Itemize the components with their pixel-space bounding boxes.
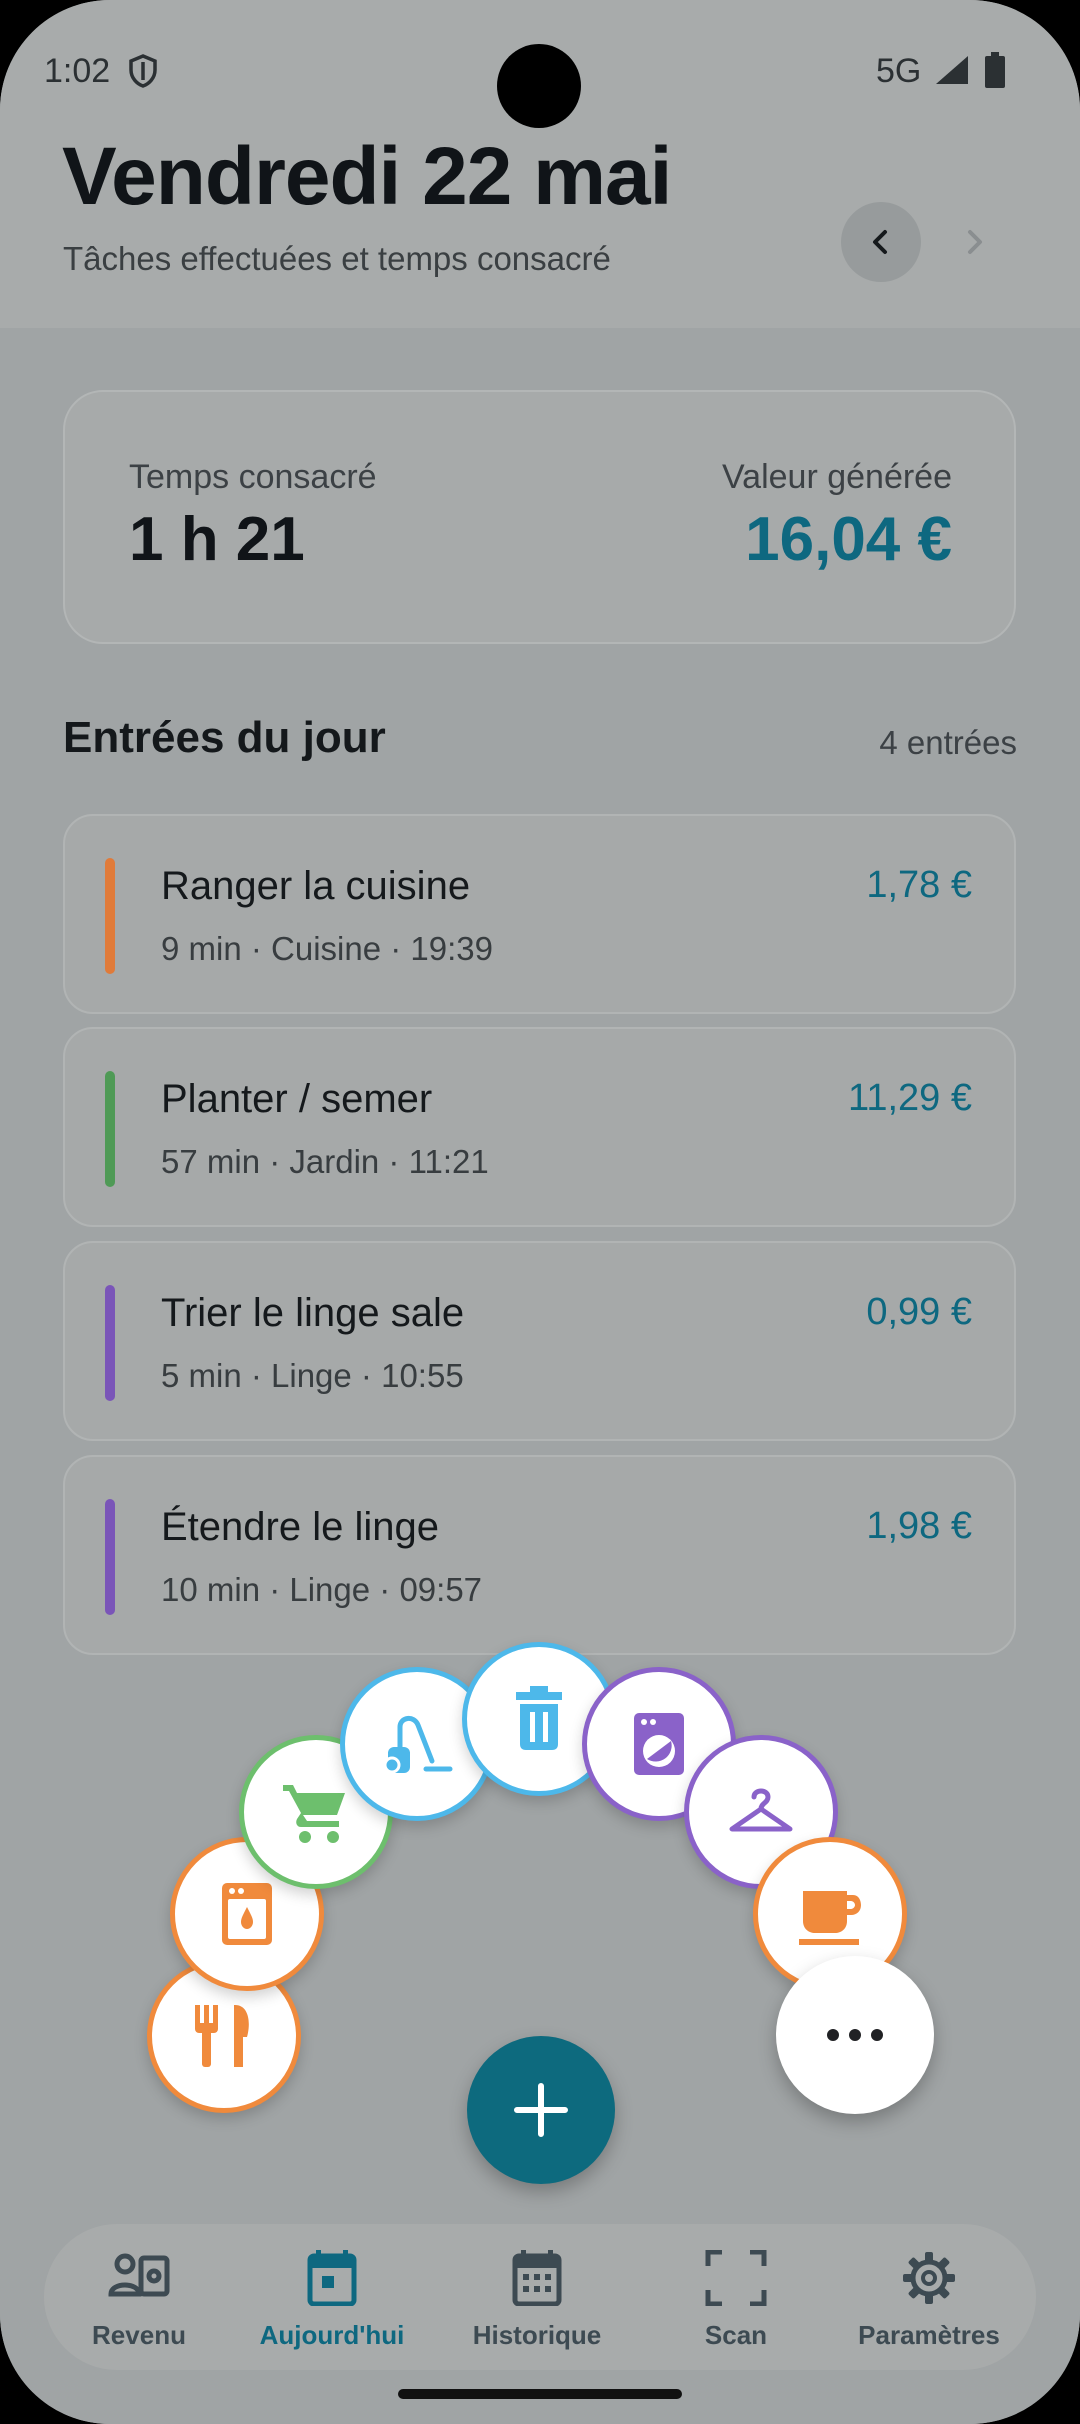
nav-item-historique[interactable]: Historique: [442, 2224, 632, 2370]
entry-title: Ranger la cuisine: [161, 864, 471, 908]
nav-item-parametres[interactable]: Paramètres: [834, 2224, 1024, 2370]
entry-meta: 57 min · Jardin · 11:21: [161, 1143, 489, 1180]
battery-icon: [985, 52, 1005, 88]
camera-cutout: [497, 44, 581, 128]
entry-card[interactable]: Trier le linge sale 5 min · Linge · 10:5…: [63, 1241, 1016, 1441]
chevron-right-icon: [968, 230, 982, 254]
nav-label: Historique: [472, 2320, 602, 2350]
entry-card[interactable]: Étendre le linge 10 min · Linge · 09:57 …: [63, 1455, 1016, 1655]
entries-section-title: Entrées du jour: [63, 713, 386, 762]
next-day-button[interactable]: [934, 202, 1014, 282]
time-spent-label: Temps consacré: [129, 458, 377, 496]
nav-item-aujourdhui[interactable]: Aujourd'hui: [237, 2224, 427, 2370]
signal-icon: [936, 56, 968, 84]
calendar-month-icon: [512, 2250, 562, 2306]
entry-value: 11,29 €: [848, 1077, 972, 1119]
previous-day-button[interactable]: [841, 202, 921, 282]
chevron-left-icon: [873, 230, 887, 254]
status-time: 1:02: [44, 52, 111, 90]
entry-card[interactable]: Ranger la cuisine 9 min · Cuisine · 19:3…: [63, 814, 1016, 1014]
cutlery-icon: [195, 2005, 249, 2067]
entry-category-bar: [105, 858, 115, 974]
coffee-cup-icon: [799, 1891, 861, 1945]
entry-meta: 10 min · Linge · 09:57: [161, 1571, 483, 1608]
entry-value: 1,98 €: [866, 1505, 972, 1547]
plus-icon: [514, 2083, 568, 2137]
page-subtitle: Tâches effectuées et temps consacré: [63, 240, 611, 277]
network-type: 5G: [876, 52, 922, 90]
summary-card: Temps consacré 1 h 21 Valeur générée 16,…: [63, 390, 1016, 644]
entry-title: Étendre le linge: [161, 1505, 439, 1549]
value-generated-label: Valeur générée: [722, 458, 952, 496]
entry-meta: 5 min · Linge · 10:55: [161, 1357, 464, 1394]
dishwasher-icon: [222, 1883, 272, 1945]
nav-label: Aujourd'hui: [259, 2320, 405, 2350]
nav-label: Paramètres: [858, 2320, 1000, 2350]
bottom-navigation: Revenu Aujourd'hui Historique Scan Param…: [44, 2224, 1036, 2370]
page-title: Vendredi 22 mai: [62, 131, 672, 222]
scan-icon: [705, 2250, 767, 2306]
entries-count: 4 entrées: [879, 724, 1017, 761]
add-entry-button[interactable]: [467, 2036, 615, 2184]
phone-screen: 1:02 5G Vendredi 22 mai Tâches effectuée…: [0, 0, 1080, 2424]
vacuum-cleaner-icon: [383, 1716, 453, 1774]
calendar-today-icon: [307, 2250, 357, 2306]
time-spent-value: 1 h 21: [129, 505, 305, 574]
entry-card[interactable]: Planter / semer 57 min · Jardin · 11:21 …: [63, 1027, 1016, 1227]
shopping-cart-icon: [283, 1785, 345, 1843]
entry-value: 0,99 €: [866, 1291, 972, 1333]
entry-category-bar: [105, 1071, 115, 1187]
nav-label: Revenu: [92, 2320, 186, 2350]
nav-item-scan[interactable]: Scan: [641, 2224, 831, 2370]
home-indicator[interactable]: [398, 2389, 682, 2399]
entry-category-bar: [105, 1499, 115, 1615]
income-icon: [108, 2253, 170, 2297]
entry-value: 1,78 €: [866, 864, 972, 906]
entry-category-bar: [105, 1285, 115, 1401]
more-horizontal-icon: [827, 2029, 883, 2041]
more-actions-button[interactable]: [776, 1956, 934, 2114]
entry-title: Trier le linge sale: [161, 1291, 465, 1335]
entry-title: Planter / semer: [161, 1077, 433, 1121]
nav-label: Scan: [704, 2320, 768, 2350]
washing-machine-icon: [634, 1713, 684, 1775]
entry-meta: 9 min · Cuisine · 19:39: [161, 930, 493, 967]
gear-icon: [903, 2252, 955, 2304]
trash-can-icon: [516, 1686, 562, 1750]
clothes-hanger-icon: [729, 1788, 793, 1832]
value-generated-amount: 16,04 €: [745, 505, 952, 574]
shield-icon: [129, 54, 157, 88]
nav-item-revenu[interactable]: Revenu: [44, 2224, 234, 2370]
